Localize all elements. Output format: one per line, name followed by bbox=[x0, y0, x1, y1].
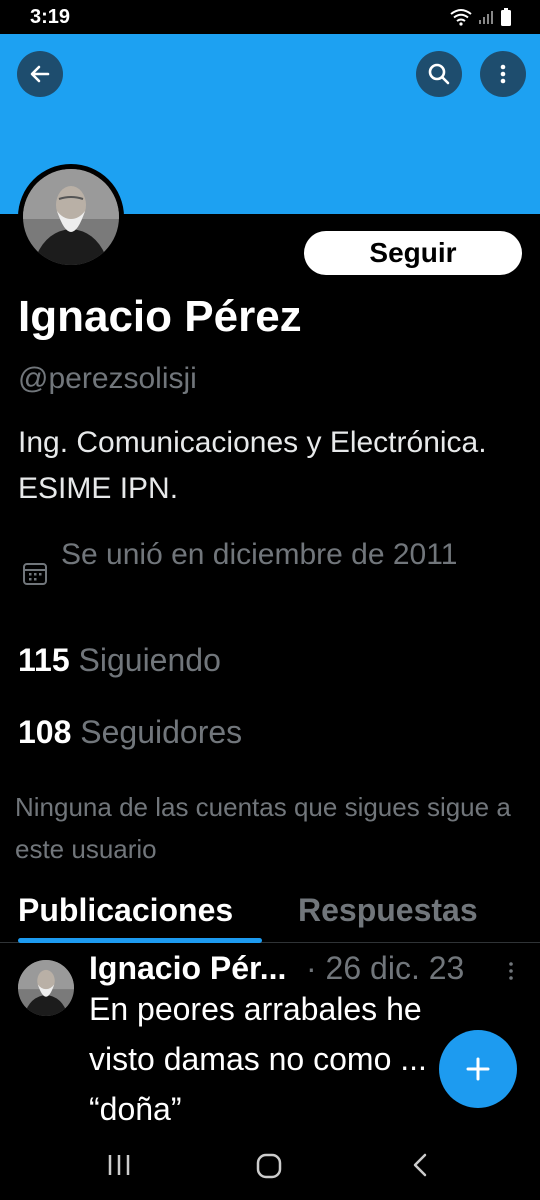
followers-count: 108 bbox=[18, 714, 72, 750]
status-icons bbox=[450, 8, 512, 26]
post-author-name[interactable]: Ignacio Pér... bbox=[89, 950, 286, 987]
avatar[interactable] bbox=[23, 169, 119, 265]
calendar-icon bbox=[23, 563, 47, 585]
plus-icon bbox=[466, 1057, 490, 1081]
search-icon bbox=[428, 63, 450, 85]
recent-apps-icon[interactable] bbox=[106, 1152, 132, 1178]
back-nav-icon[interactable] bbox=[408, 1152, 432, 1178]
search-button[interactable] bbox=[416, 51, 462, 97]
following-label: Siguiendo bbox=[78, 642, 221, 678]
back-arrow-icon bbox=[30, 65, 50, 83]
following-stat[interactable]: 115 Siguiendo bbox=[18, 642, 221, 679]
followers-label: Seguidores bbox=[80, 714, 243, 750]
compose-button[interactable] bbox=[439, 1030, 517, 1108]
avatar-photo bbox=[23, 169, 119, 265]
follow-button[interactable]: Seguir bbox=[304, 231, 522, 275]
followers-stat[interactable]: 108 Seguidores bbox=[18, 714, 242, 751]
avatar-photo bbox=[18, 960, 74, 1016]
active-tab-indicator bbox=[18, 938, 262, 943]
post-text[interactable]: En peores arrabales he visto damas no co… bbox=[89, 984, 459, 1134]
post-author-avatar[interactable] bbox=[18, 960, 74, 1016]
status-time: 3:19 bbox=[30, 6, 71, 28]
profile-tabs: Publicaciones Respuestas bbox=[0, 892, 540, 943]
wifi-icon bbox=[450, 9, 472, 26]
profile-handle: @perezsolisji bbox=[18, 362, 197, 395]
following-count: 115 bbox=[18, 642, 70, 678]
status-bar: 3:19 bbox=[0, 0, 540, 34]
home-icon[interactable] bbox=[255, 1152, 283, 1180]
more-vertical-icon bbox=[500, 64, 506, 84]
signal-icon bbox=[479, 11, 493, 24]
post-more-icon[interactable] bbox=[506, 960, 516, 982]
tab-replies[interactable]: Respuestas bbox=[298, 892, 478, 929]
profile-bio: Ing. Comunicaciones y Electrónica. ESIME… bbox=[18, 426, 487, 505]
mutual-followers-notice: Ninguna de las cuentas que sigues sigue … bbox=[15, 792, 511, 864]
more-options-button[interactable] bbox=[480, 51, 526, 97]
back-button[interactable] bbox=[17, 51, 63, 97]
system-navigation-bar bbox=[0, 1130, 540, 1200]
post-date: · 26 dic. 23 bbox=[306, 950, 465, 986]
battery-icon bbox=[501, 8, 511, 26]
profile-name: Ignacio Pérez bbox=[18, 292, 302, 341]
profile-avatar-frame[interactable] bbox=[18, 164, 124, 270]
tab-posts[interactable]: Publicaciones bbox=[18, 892, 233, 929]
joined-date: Se unió en diciembre de 2011 bbox=[61, 538, 458, 571]
